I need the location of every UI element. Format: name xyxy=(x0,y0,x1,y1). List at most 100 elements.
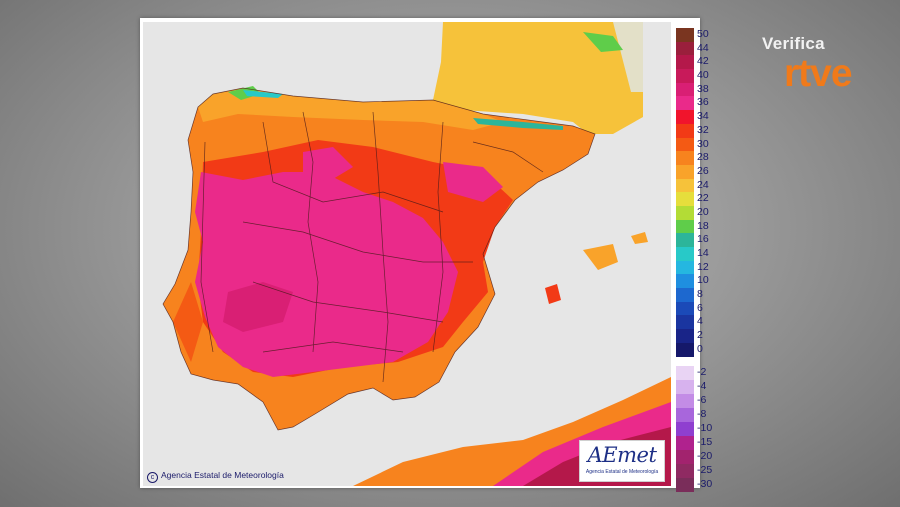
legend-swatch xyxy=(676,151,694,165)
legend-swatch xyxy=(676,342,694,357)
legend-label: 0 xyxy=(697,342,703,355)
copyright-text: Agencia Estatal de Meteorología xyxy=(161,470,284,480)
legend-item: 32 xyxy=(676,123,709,138)
legend-item: 10 xyxy=(676,274,709,289)
legend-label: 2 xyxy=(697,329,703,342)
legend-swatch xyxy=(676,478,694,492)
legend-label: 32 xyxy=(697,123,709,136)
legend-swatch xyxy=(676,219,694,234)
legend-swatch xyxy=(676,394,694,408)
legend-swatch xyxy=(676,110,694,124)
legend-label: 28 xyxy=(697,151,709,164)
temperature-map: c Agencia Estatal de Meteorología AEmet A… xyxy=(143,22,671,486)
legend-label: 22 xyxy=(697,192,709,205)
legend-label: 20 xyxy=(697,205,709,218)
legend-item: 16 xyxy=(676,233,709,247)
legend-label: 50 xyxy=(697,28,709,40)
legend-label: -4 xyxy=(697,380,707,392)
legend-label: -8 xyxy=(697,408,707,420)
legend-swatch xyxy=(676,422,694,436)
legend-item: 26 xyxy=(676,164,709,179)
legend-item: 18 xyxy=(676,219,709,234)
legend-item: 40 xyxy=(676,69,709,83)
legend-item: -20 xyxy=(676,450,712,464)
legend-item: -2 xyxy=(676,366,706,380)
legend-swatch xyxy=(676,408,694,422)
legend-swatch xyxy=(676,164,694,179)
legend-item: 0 xyxy=(676,342,703,357)
legend-label: 42 xyxy=(697,55,709,68)
legend-item: -6 xyxy=(676,394,706,408)
legend-label: 38 xyxy=(697,82,709,95)
legend-item: 2 xyxy=(676,329,703,343)
legend-swatch xyxy=(676,233,694,247)
legend-item: 14 xyxy=(676,247,709,261)
copyright-icon: c xyxy=(147,472,158,483)
legend-swatch xyxy=(676,315,694,330)
legend-label: 14 xyxy=(697,247,709,259)
legend-label: 6 xyxy=(697,301,703,314)
aemet-logo-word: AEmet xyxy=(587,443,657,467)
legend-item: 28 xyxy=(676,151,709,165)
legend-swatch xyxy=(676,96,694,111)
copyright-notice: c Agencia Estatal de Meteorología xyxy=(147,470,284,483)
legend-label: -20 xyxy=(697,450,713,462)
legend-swatch xyxy=(676,380,694,394)
legend-label: 36 xyxy=(697,96,709,109)
legend-swatch xyxy=(676,82,694,97)
balearic-islands xyxy=(583,244,618,270)
legend-label: -2 xyxy=(697,366,707,378)
legend-item: -8 xyxy=(676,408,706,422)
aemet-logo: AEmet Agencia Estatal de Meteorología xyxy=(579,440,665,482)
legend-label: 40 xyxy=(697,69,709,82)
legend-swatch xyxy=(676,260,694,275)
legend-label: 26 xyxy=(697,164,709,177)
legend-swatch xyxy=(676,436,694,450)
legend-swatch xyxy=(676,464,694,478)
legend-label: 12 xyxy=(697,260,709,273)
legend-swatch xyxy=(676,366,694,380)
rtve-logo: rtve xyxy=(784,52,853,95)
legend-item: 22 xyxy=(676,192,709,206)
legend-label: 16 xyxy=(697,233,709,246)
legend-label: -6 xyxy=(697,394,707,406)
legend-swatch xyxy=(676,192,694,206)
legend-item: 24 xyxy=(676,178,709,193)
legend-swatch xyxy=(676,55,694,70)
legend-item: 42 xyxy=(676,55,709,70)
map-canvas xyxy=(162,22,671,486)
legend-swatch xyxy=(676,205,694,220)
legend-label: 8 xyxy=(697,288,703,301)
rtve-verifica-brand: Verifica rtve xyxy=(762,34,853,95)
aemet-logo-subtitle: Agencia Estatal de Meteorología xyxy=(585,469,659,475)
legend-item: 4 xyxy=(676,315,703,330)
legend-label: 44 xyxy=(697,41,709,54)
legend-swatch xyxy=(676,274,694,289)
legend-item: -25 xyxy=(676,464,712,478)
legend-swatch xyxy=(676,329,694,343)
legend-label: 34 xyxy=(697,110,709,123)
legend-label: -25 xyxy=(697,464,713,476)
legend-item: 20 xyxy=(676,205,709,220)
legend-item: -30 xyxy=(676,478,712,492)
legend-item: 38 xyxy=(676,82,709,97)
legend-label: -30 xyxy=(697,478,713,490)
legend-item: 34 xyxy=(676,110,709,124)
temperature-legend-positive: 50 44 42 40 38 36 34 32 30 28 26 24 22 20 18 16 14 12 10 8 6… xyxy=(676,28,709,357)
legend-label: 4 xyxy=(697,315,703,328)
legend-label: 18 xyxy=(697,219,709,232)
legend-swatch xyxy=(676,69,694,83)
legend-swatch xyxy=(676,178,694,193)
legend-item: -4 xyxy=(676,380,706,394)
legend-item: 12 xyxy=(676,260,709,275)
legend-label: 24 xyxy=(697,178,709,191)
legend-swatch xyxy=(676,41,694,56)
legend-label: -15 xyxy=(697,436,713,448)
legend-item: -15 xyxy=(676,436,712,450)
legend-swatch xyxy=(676,123,694,138)
legend-label: 30 xyxy=(697,137,709,150)
legend-swatch xyxy=(676,301,694,316)
legend-swatch xyxy=(676,247,694,261)
legend-item: 36 xyxy=(676,96,709,111)
legend-swatch xyxy=(676,288,694,302)
